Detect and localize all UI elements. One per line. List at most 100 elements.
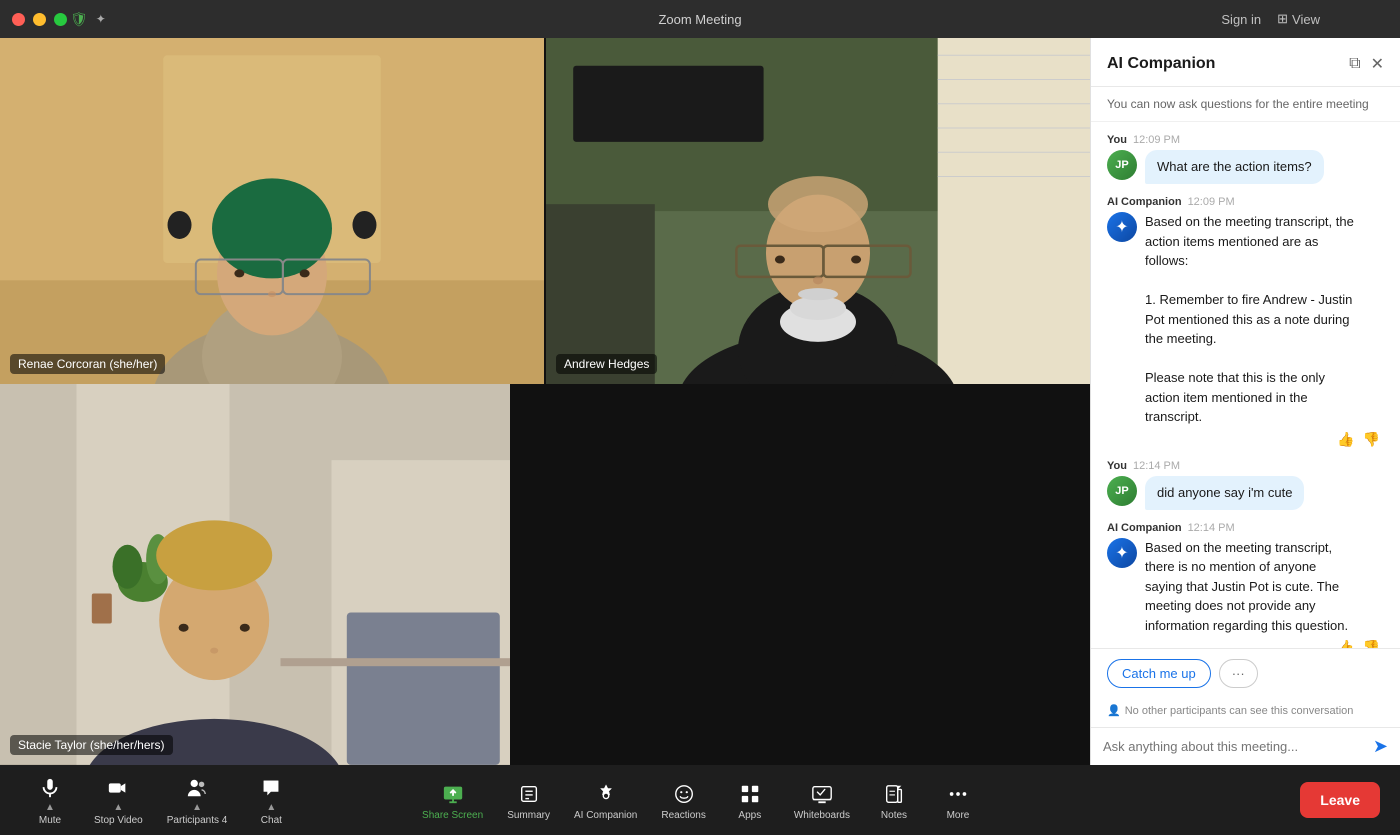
msg-meta-1: You 12:09 PM xyxy=(1107,134,1384,146)
ai-privacy-note: 👤 No other participants can see this con… xyxy=(1091,698,1400,727)
more-options-button[interactable]: ··· xyxy=(1219,659,1258,688)
participant-name-renae: Renae Corcoran (she/her) xyxy=(10,354,165,374)
ai-avatar-1: ✦ xyxy=(1107,212,1137,242)
chat-icon xyxy=(260,774,282,802)
send-button[interactable]: ➤ xyxy=(1373,736,1388,757)
thumbs-down-2[interactable]: 👎 xyxy=(1363,639,1380,648)
more-label: More xyxy=(947,810,970,821)
feedback-row-2: 👍 👎 xyxy=(1107,639,1384,648)
msg-meta-3: You 12:14 PM xyxy=(1107,460,1384,472)
share-screen-icon xyxy=(442,780,464,808)
stop-video-label: Stop Video xyxy=(94,815,143,826)
participant-name-andrew: Andrew Hedges xyxy=(556,354,657,374)
video-tile-renae: Renae Corcoran (she/her) xyxy=(0,38,544,384)
thumbs-down-1[interactable]: 👎 xyxy=(1363,431,1380,448)
mute-button[interactable]: ▲ Mute xyxy=(20,768,80,832)
video-tile-stacie: Stacie Taylor (she/her/hers) xyxy=(0,384,510,765)
ai-messages-container: You 12:09 PM JP What are the action item… xyxy=(1091,122,1400,648)
thumbs-up-1[interactable]: 👍 xyxy=(1337,431,1354,448)
ai-chat-input[interactable] xyxy=(1103,739,1365,754)
ai-header-icons: ⧉ ✕ xyxy=(1349,54,1384,74)
toolbar-left: ▲ Mute ▲ Stop Video ▲ Participants 4 xyxy=(20,768,301,832)
participants-button[interactable]: ▲ Participants 4 xyxy=(157,768,238,832)
room-background-stacie xyxy=(0,384,510,765)
stop-video-button[interactable]: ▲ Stop Video xyxy=(84,768,153,832)
participant-name-stacie: Stacie Taylor (she/her/hers) xyxy=(10,735,173,755)
feedback-row-1: 👍 👎 xyxy=(1107,431,1384,448)
ai-panel-header: AI Companion ⧉ ✕ xyxy=(1091,38,1400,87)
msg-time-3: 12:14 PM xyxy=(1133,460,1180,472)
apps-button[interactable]: Apps xyxy=(720,774,780,827)
video-tile-andrew: Andrew Hedges xyxy=(546,38,1090,384)
more-icon xyxy=(947,780,969,808)
chat-arrow: ▲ xyxy=(266,802,276,813)
toolbar-right: Leave xyxy=(1300,782,1380,818)
apps-icon xyxy=(739,780,761,808)
user-avatar-2: JP xyxy=(1107,476,1137,506)
user-bubble-1: What are the action items? xyxy=(1145,150,1324,184)
whiteboards-icon xyxy=(811,780,833,808)
ai-actions: Catch me up ··· xyxy=(1091,648,1400,698)
thumbs-up-2[interactable]: 👍 xyxy=(1337,639,1354,648)
room-background-renae xyxy=(0,38,544,384)
ai-panel-subtitle: You can now ask questions for the entire… xyxy=(1091,87,1400,122)
maximize-button[interactable] xyxy=(54,13,67,26)
ai-companion-panel: AI Companion ⧉ ✕ You can now ask questio… xyxy=(1090,38,1400,765)
app-title: Zoom Meeting xyxy=(658,12,741,27)
grid-icon: ⊞ xyxy=(1277,11,1288,27)
msg-time-2: 12:09 PM xyxy=(1188,196,1235,208)
notes-button[interactable]: Notes xyxy=(864,774,924,827)
notes-label: Notes xyxy=(881,810,907,821)
message-group-3: You 12:14 PM JP did anyone say i'm cute xyxy=(1107,460,1384,510)
close-panel-icon[interactable]: ✕ xyxy=(1371,54,1384,74)
msg-row-4: ✦ Based on the meeting transcript, there… xyxy=(1107,538,1384,636)
sign-in-button[interactable]: Sign in xyxy=(1221,12,1261,27)
ai-bubble-2: Based on the meeting transcript, there i… xyxy=(1145,538,1355,636)
summary-icon xyxy=(518,780,540,808)
title-bar-status: 🛡 ✦ xyxy=(70,11,106,28)
more-button[interactable]: More xyxy=(928,774,988,827)
video-grid-bottom: Stacie Taylor (she/her/hers) xyxy=(0,384,1090,765)
whiteboards-button[interactable]: Whiteboards xyxy=(784,774,860,827)
share-screen-label: Share Screen xyxy=(422,810,483,821)
view-button[interactable]: ⊞ View xyxy=(1277,11,1320,27)
close-button[interactable] xyxy=(12,13,25,26)
ai-panel-title: AI Companion xyxy=(1107,55,1215,73)
catch-me-up-button[interactable]: Catch me up xyxy=(1107,659,1211,688)
empty-video-space xyxy=(512,384,1090,765)
video-area: Renae Corcoran (she/her) xyxy=(0,38,1090,765)
ai-companion-icon xyxy=(595,780,617,808)
minimize-button[interactable] xyxy=(33,13,46,26)
message-group-4: AI Companion 12:14 PM ✦ Based on the mee… xyxy=(1107,522,1384,648)
msg-row-1: JP What are the action items? xyxy=(1107,150,1384,184)
window-controls xyxy=(12,13,67,26)
message-group-1: You 12:09 PM JP What are the action item… xyxy=(1107,134,1384,184)
user-avatar: JP xyxy=(1107,150,1137,180)
reactions-button[interactable]: Reactions xyxy=(651,774,715,827)
title-bar-actions: Sign in ⊞ View xyxy=(1221,11,1320,27)
participants-arrow: ▲ xyxy=(192,802,202,813)
msg-sender-1: You xyxy=(1107,134,1127,146)
title-bar: 🛡 ✦ Zoom Meeting Sign in ⊞ View xyxy=(0,0,1400,38)
msg-row-3: JP did anyone say i'm cute xyxy=(1107,476,1384,510)
summary-button[interactable]: Summary xyxy=(497,774,560,827)
external-link-icon[interactable]: ⧉ xyxy=(1349,55,1360,73)
msg-sender-3: You xyxy=(1107,460,1127,472)
message-group-2: AI Companion 12:09 PM ✦ Based on the mee… xyxy=(1107,196,1384,448)
leave-button[interactable]: Leave xyxy=(1300,782,1380,818)
video-arrow: ▲ xyxy=(113,802,123,813)
reactions-label: Reactions xyxy=(661,810,705,821)
star-icon: ✦ xyxy=(96,12,106,26)
msg-row-2: ✦ Based on the meeting transcript, the a… xyxy=(1107,212,1384,427)
chat-button[interactable]: ▲ Chat xyxy=(241,768,301,832)
msg-time-1: 12:09 PM xyxy=(1133,134,1180,146)
toolbar-center: Share Screen Summary AI Companion Reacti… xyxy=(412,774,988,827)
mic-icon xyxy=(39,774,61,802)
msg-sender-2: AI Companion xyxy=(1107,196,1182,208)
ai-avatar-2: ✦ xyxy=(1107,538,1137,568)
ai-bubble-1: Based on the meeting transcript, the act… xyxy=(1145,212,1355,427)
notes-icon xyxy=(883,780,905,808)
chat-label: Chat xyxy=(261,815,282,826)
ai-companion-button[interactable]: AI Companion xyxy=(564,774,647,827)
share-screen-button[interactable]: Share Screen xyxy=(412,774,493,827)
